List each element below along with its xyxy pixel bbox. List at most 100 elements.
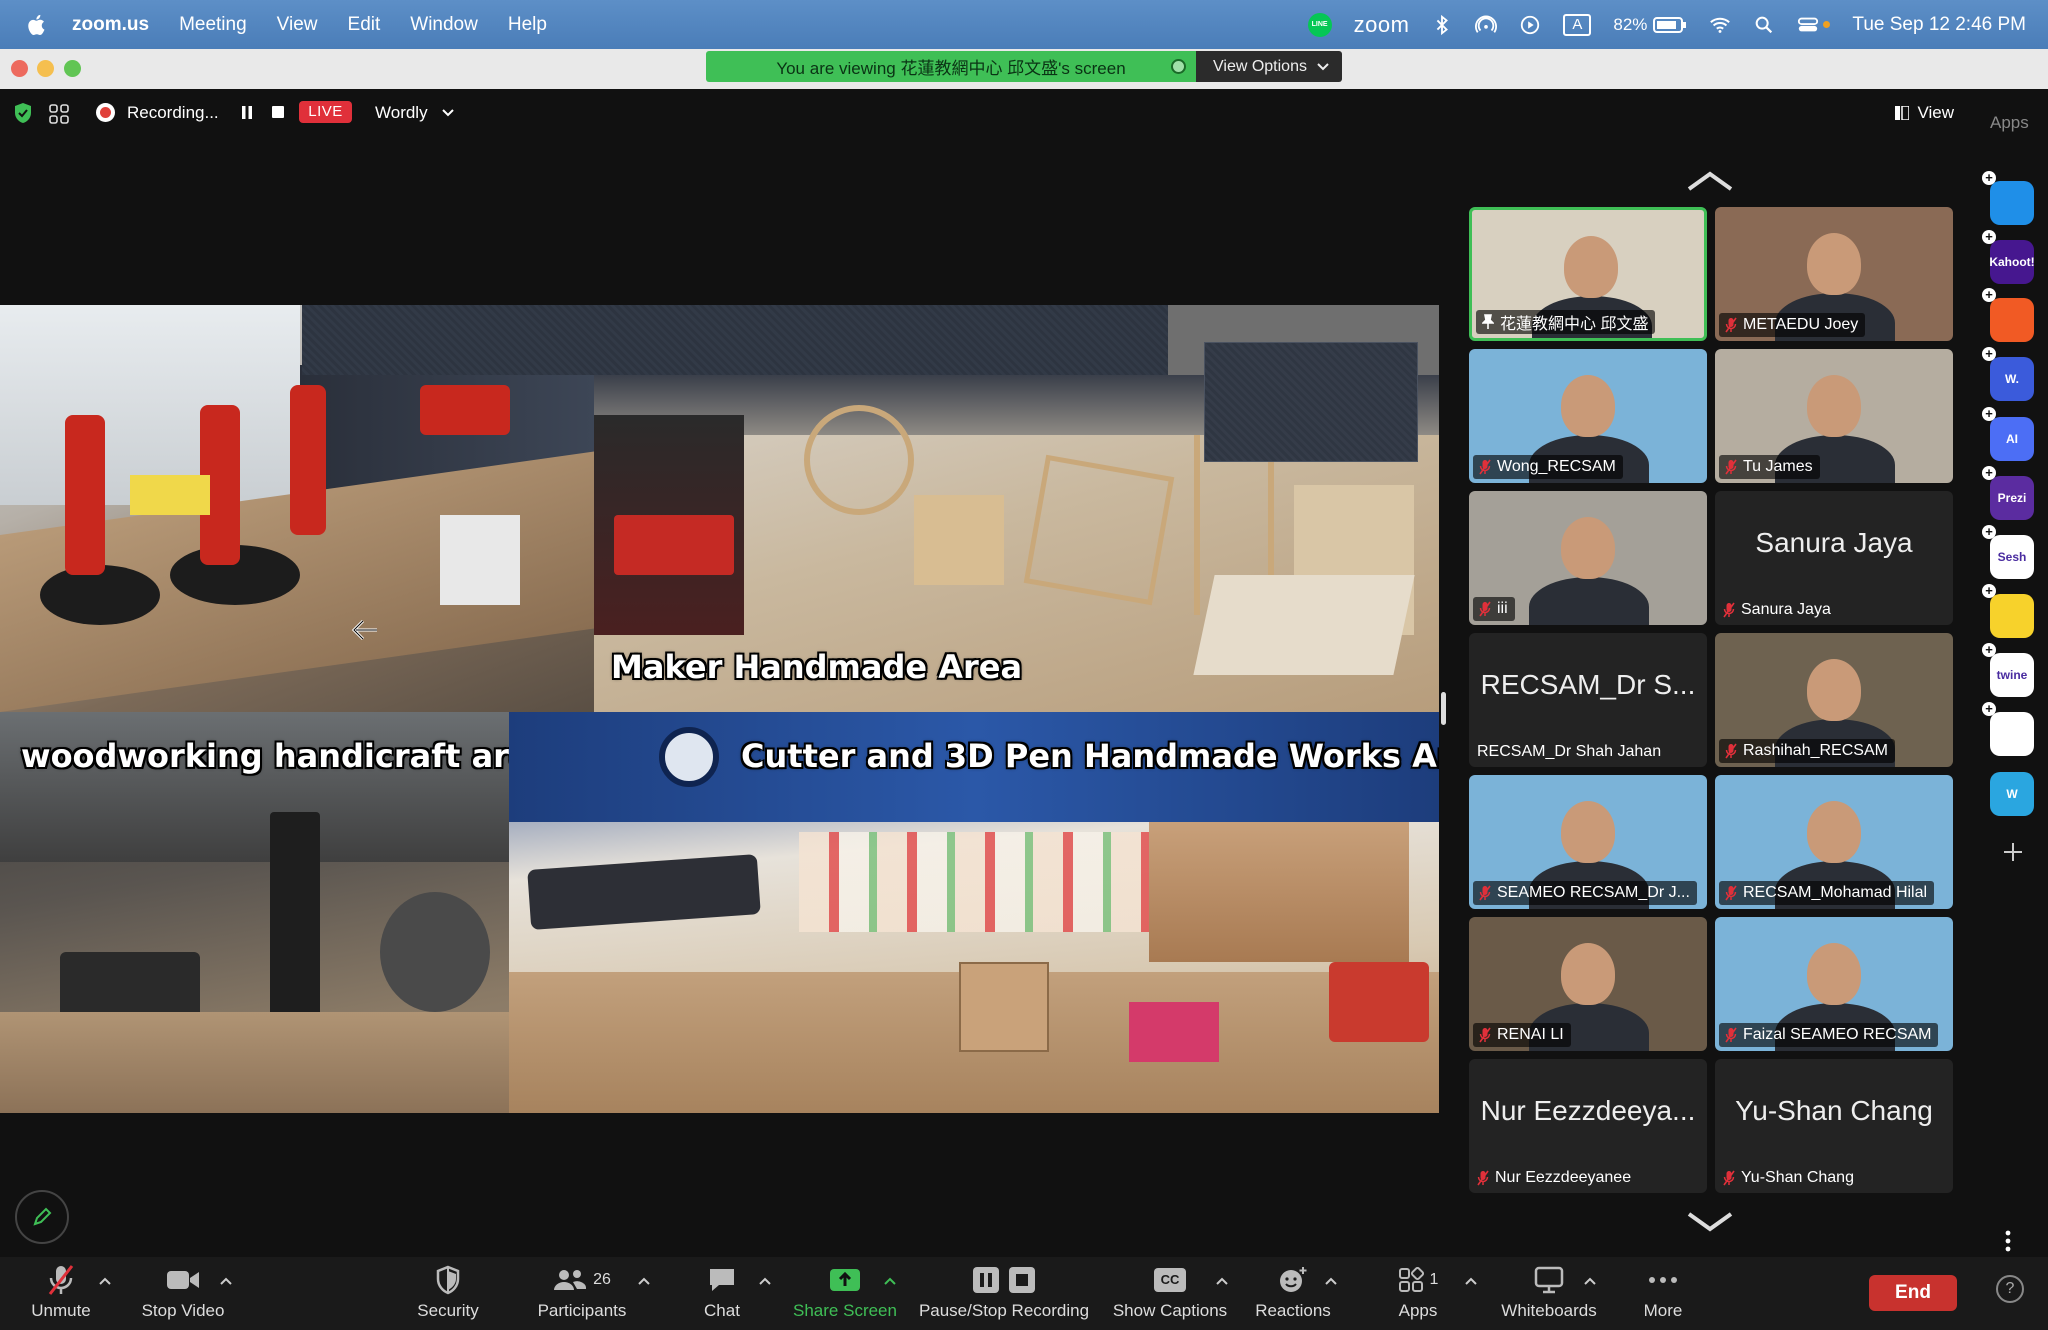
gallery-grid-icon[interactable]	[49, 104, 69, 124]
add-app-plus-icon[interactable]: +	[1982, 230, 1996, 244]
app-wordly-app-icon[interactable]: W	[1990, 772, 2034, 816]
screen-share-banner: You are viewing 花蓮教網中心 邱文盛's screen	[706, 51, 1196, 82]
menu-view[interactable]: View	[277, 14, 318, 36]
menu-edit[interactable]: Edit	[348, 14, 381, 36]
participant-video-face	[1807, 375, 1861, 437]
gallery-page-down-icon[interactable]	[1686, 1211, 1734, 1233]
security-button[interactable]: Security	[410, 1263, 486, 1325]
reactions-button[interactable]: Reactions	[1253, 1263, 1333, 1325]
menu-app-name[interactable]: zoom.us	[72, 14, 149, 36]
add-app-plus-icon[interactable]: +	[1982, 702, 1996, 716]
end-meeting-button[interactable]: End	[1869, 1275, 1957, 1311]
show-captions-button[interactable]: CC Show Captions	[1110, 1263, 1230, 1325]
apple-icon[interactable]	[24, 12, 50, 38]
participant-tile[interactable]: Yu-Shan Chang Yu-Shan Chang	[1715, 1059, 1953, 1193]
annotate-button[interactable]	[15, 1190, 69, 1244]
participant-tile[interactable]: Tu James	[1715, 349, 1953, 483]
participants-caret-icon[interactable]	[638, 1277, 650, 1285]
control-center[interactable]	[1797, 14, 1831, 36]
apps-caret-icon[interactable]	[1465, 1277, 1477, 1285]
spotlight-search-icon[interactable]	[1753, 14, 1775, 36]
input-source-icon[interactable]: A	[1563, 13, 1592, 36]
banner-status-icon[interactable]	[1171, 59, 1186, 74]
app-pear-deck-icon[interactable]: +	[1982, 171, 2034, 225]
add-app-plus-icon[interactable]: +	[1982, 525, 1996, 539]
bluetooth-icon[interactable]	[1431, 14, 1453, 36]
add-app-plus-icon[interactable]: +	[1982, 407, 1996, 421]
video-options-caret-icon[interactable]	[220, 1277, 232, 1285]
pause-stop-recording-button[interactable]: Pause/Stop Recording	[918, 1263, 1090, 1325]
battery-status[interactable]: 82%	[1613, 15, 1687, 35]
app-grid-app-icon[interactable]: +	[1982, 702, 2034, 756]
pause-recording-icon[interactable]	[241, 106, 253, 119]
add-app-plus-icon[interactable]: +	[1982, 584, 1996, 598]
app-classroom-app-icon[interactable]: +	[1982, 288, 2034, 342]
add-app-plus-icon[interactable]: +	[1982, 643, 1996, 657]
encryption-shield-icon[interactable]	[13, 102, 33, 124]
live-badge[interactable]: LIVE	[299, 101, 352, 123]
window-zoom-button[interactable]	[64, 60, 81, 77]
share-screen-button[interactable]: Share Screen	[790, 1263, 900, 1325]
app-sesh-icon[interactable]: Sesh +	[1982, 525, 2034, 579]
zoom-status-item[interactable]: zoom	[1354, 12, 1410, 38]
captions-caret-icon[interactable]	[1216, 1277, 1228, 1285]
participant-tile[interactable]: Faizal SEAMEO RECSAM	[1715, 917, 1953, 1051]
chat-caret-icon[interactable]	[759, 1277, 771, 1285]
stop-video-button[interactable]: Stop Video	[138, 1263, 228, 1325]
app-kahoot-icon[interactable]: Kahoot! +	[1982, 230, 2035, 284]
view-button[interactable]: View	[1895, 103, 1954, 123]
menu-help[interactable]: Help	[508, 14, 547, 36]
stop-recording-icon[interactable]	[272, 106, 284, 118]
mouse-cursor-icon	[351, 619, 377, 641]
participant-tile[interactable]: 花蓮教網中心 邱文盛	[1469, 207, 1707, 341]
participant-tile[interactable]: RECSAM_Mohamad Hilal	[1715, 775, 1953, 909]
add-app-plus-icon[interactable]: +	[1982, 466, 1996, 480]
participant-tile[interactable]: RENAI LI	[1469, 917, 1707, 1051]
whiteboards-caret-icon[interactable]	[1584, 1277, 1596, 1285]
menu-meeting[interactable]: Meeting	[179, 14, 247, 36]
line-icon[interactable]: LINE	[1307, 12, 1332, 37]
audio-options-caret-icon[interactable]	[99, 1277, 111, 1285]
view-options-button[interactable]: View Options	[1196, 51, 1342, 82]
participant-name-tag: SEAMEO RECSAM_Dr J...	[1473, 881, 1697, 905]
app-label: W	[2006, 787, 2018, 801]
window-close-button[interactable]	[11, 60, 28, 77]
menubar-clock[interactable]: Tue Sep 12 2:46 PM	[1852, 14, 2026, 36]
participant-tile[interactable]: Wong_RECSAM	[1469, 349, 1707, 483]
reactions-caret-icon[interactable]	[1325, 1277, 1337, 1285]
add-app-icon[interactable]	[2002, 841, 2024, 863]
app-emoji-app-icon[interactable]: +	[1982, 584, 2034, 638]
play-circle-icon[interactable]	[1519, 14, 1541, 36]
participant-tile[interactable]: Rashihah_RECSAM	[1715, 633, 1953, 767]
app-twine-icon[interactable]: twine +	[1982, 643, 2034, 697]
wordly-dropdown[interactable]: Wordly	[375, 103, 454, 123]
participant-tile[interactable]: Sanura Jaya Sanura Jaya	[1715, 491, 1953, 625]
participants-count: 26	[593, 1271, 611, 1288]
apps-button[interactable]: 1 Apps	[1395, 1263, 1441, 1325]
more-button[interactable]: More	[1640, 1263, 1686, 1325]
participant-tile[interactable]: iii	[1469, 491, 1707, 625]
app-wooclap-icon[interactable]: W. +	[1982, 347, 2034, 401]
participant-tile[interactable]: RECSAM_Dr S... RECSAM_Dr Shah Jahan	[1469, 633, 1707, 767]
app-prezi-icon[interactable]: Prezi +	[1982, 466, 2034, 520]
panel-resize-handle[interactable]	[1441, 692, 1446, 725]
airdrop-icon[interactable]	[1475, 14, 1498, 36]
gallery-page-up-icon[interactable]	[1686, 170, 1734, 192]
add-app-plus-icon[interactable]: +	[1982, 171, 1996, 185]
menu-window[interactable]: Window	[410, 14, 478, 36]
add-app-plus-icon[interactable]: +	[1982, 288, 1996, 302]
participants-button[interactable]: 26 Participants	[532, 1263, 632, 1325]
add-app-plus-icon[interactable]: +	[1982, 347, 1996, 361]
share-screen-caret-icon[interactable]	[884, 1277, 896, 1285]
participant-tile[interactable]: METAEDU Joey	[1715, 207, 1953, 341]
unmute-button[interactable]: Unmute	[28, 1263, 94, 1325]
participant-tile[interactable]: SEAMEO RECSAM_Dr J...	[1469, 775, 1707, 909]
help-button[interactable]: ?	[1996, 1275, 2024, 1303]
participant-tile[interactable]: Nur Eezzdeeya... Nur Eezzdeeyanee	[1469, 1059, 1707, 1193]
wifi-icon[interactable]	[1709, 14, 1731, 36]
window-minimize-button[interactable]	[37, 60, 54, 77]
whiteboards-button[interactable]: Whiteboards	[1497, 1263, 1601, 1325]
chat-button[interactable]: Chat	[700, 1263, 744, 1325]
app-ai-assistant-icon[interactable]: AI +	[1982, 407, 2034, 461]
more-options-icon[interactable]	[2005, 1230, 2011, 1252]
